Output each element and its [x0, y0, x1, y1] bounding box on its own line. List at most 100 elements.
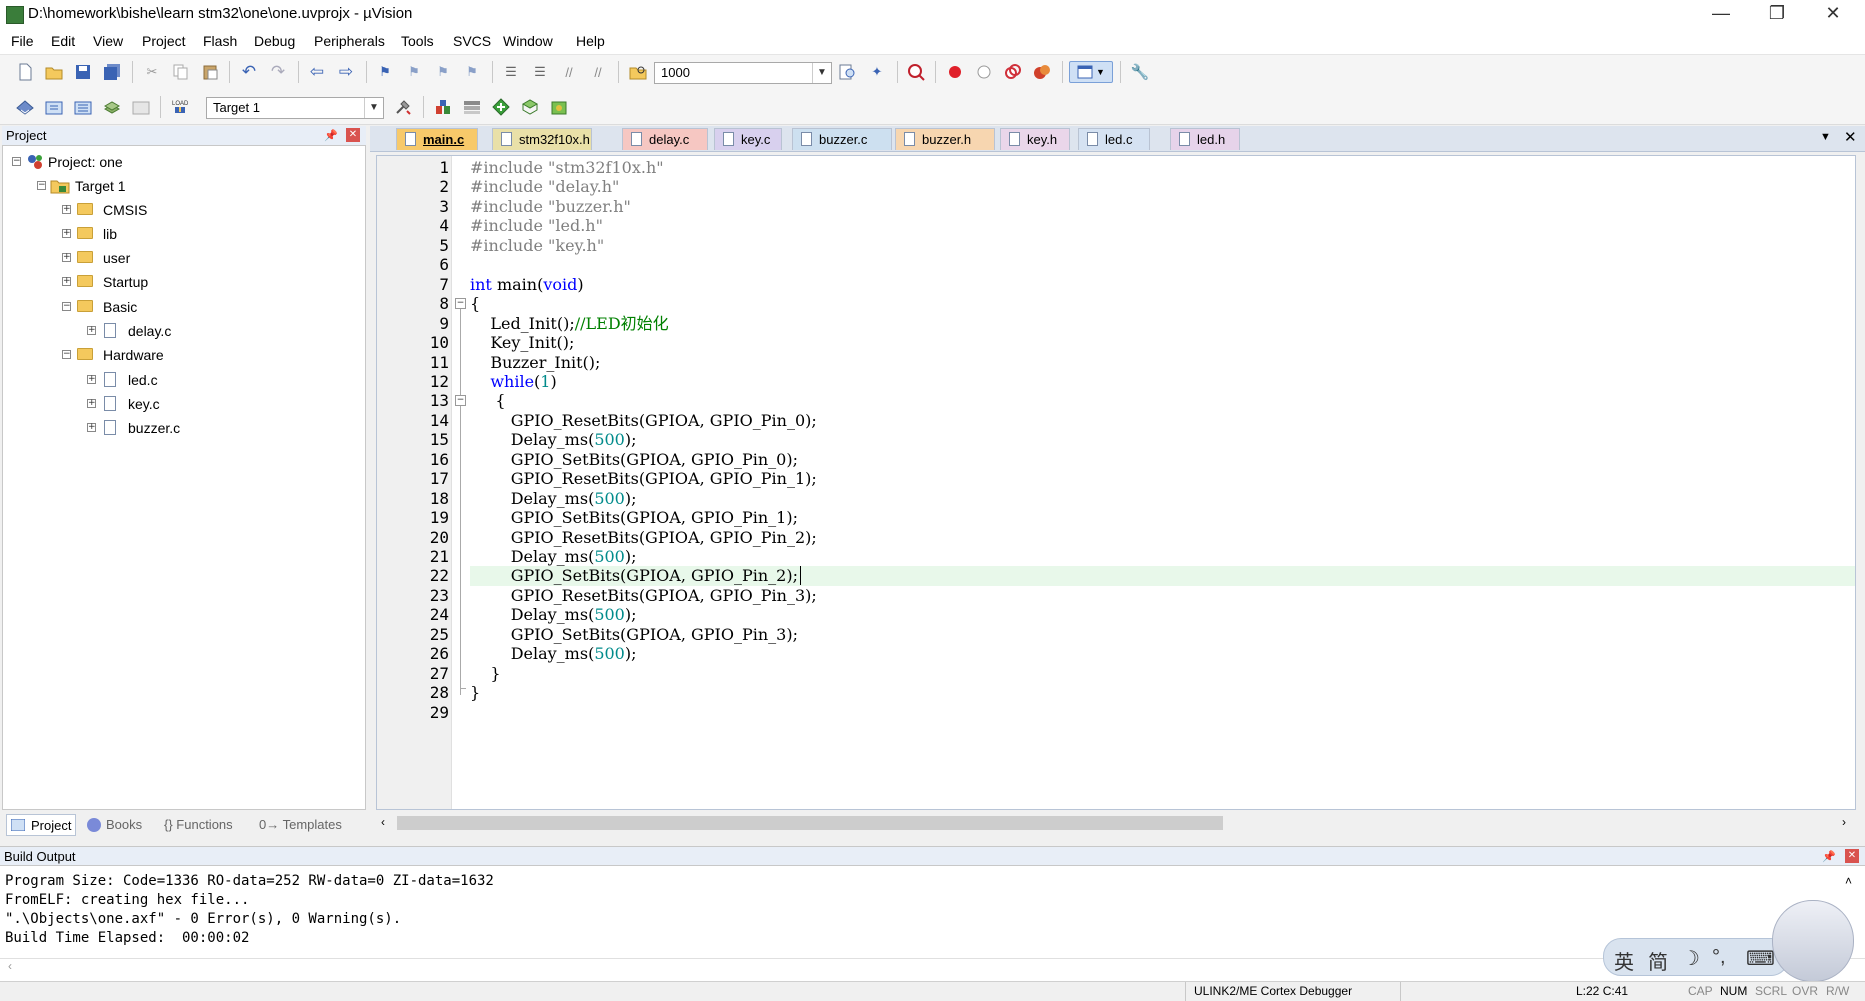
code-line[interactable]: } [470, 683, 480, 703]
target-select[interactable]: Target 1 ▼ [206, 97, 384, 119]
expand-icon[interactable]: + [62, 277, 71, 286]
kill-breakpoints-icon[interactable] [1032, 62, 1052, 82]
code-line[interactable]: Key_Init(); [470, 333, 574, 353]
tab-buzzer-h[interactable]: buzzer.h [895, 128, 995, 150]
expand-icon[interactable]: + [62, 253, 71, 262]
code-line[interactable]: Delay_ms(500); [470, 489, 637, 509]
tree-item-user[interactable]: + user [8, 247, 358, 269]
code-line[interactable]: GPIO_ResetBits(GPIOA, GPIO_Pin_0); [470, 411, 817, 431]
restore-button[interactable]: ❐ [1749, 0, 1805, 28]
close-pane-icon[interactable]: ✕ [1845, 849, 1859, 863]
previous-bookmark-icon[interactable]: ⚑ [404, 62, 424, 82]
redo-icon[interactable]: ↷ [268, 62, 288, 82]
menu-edit[interactable]: Edit [51, 33, 75, 49]
code-line[interactable]: { [470, 294, 480, 314]
tab-buzzer-c[interactable]: buzzer.c [792, 128, 892, 150]
code-line[interactable]: Delay_ms(500); [470, 605, 637, 625]
translate-icon[interactable] [15, 97, 35, 117]
cut-icon[interactable]: ✂ [142, 62, 162, 82]
tree-item-delay-c[interactable]: + delay.c [8, 320, 358, 342]
menu-debug[interactable]: Debug [254, 33, 295, 49]
menu-project[interactable]: Project [142, 33, 186, 49]
menu-peripherals[interactable]: Peripherals [314, 33, 385, 49]
code-line[interactable]: while(1) [470, 372, 556, 392]
code-line[interactable]: GPIO_SetBits(GPIOA, GPIO_Pin_3); [470, 625, 798, 645]
expand-icon[interactable]: + [62, 205, 71, 214]
code-line[interactable]: Buzzer_Init(); [470, 353, 600, 373]
navigate-forward-icon[interactable]: ⇨ [336, 62, 356, 82]
tab-key-h[interactable]: key.h [1000, 128, 1070, 150]
comment-icon[interactable]: // [559, 62, 579, 82]
expand-icon[interactable]: + [62, 229, 71, 238]
tab-key-c[interactable]: key.c [714, 128, 782, 150]
collapse-icon[interactable]: − [37, 181, 46, 190]
code-line[interactable]: Delay_ms(500); [470, 430, 637, 450]
code-line[interactable]: GPIO_ResetBits(GPIOA, GPIO_Pin_1); [470, 469, 817, 489]
menu-window[interactable]: Window [503, 33, 553, 49]
stop-build-icon[interactable] [131, 97, 151, 117]
window-layout-icon[interactable]: ▼ [1069, 61, 1113, 83]
enable-breakpoint-icon[interactable] [974, 62, 994, 82]
chevron-down-icon[interactable]: ▼ [364, 98, 383, 118]
ime-punctuation-key[interactable]: °, [1712, 946, 1726, 969]
copy-icon[interactable] [171, 62, 191, 82]
undo-icon[interactable]: ↶ [239, 62, 259, 82]
ime-avatar[interactable] [1772, 900, 1854, 982]
code-line[interactable]: GPIO_SetBits(GPIOA, GPIO_Pin_1); [470, 508, 798, 528]
tab-project[interactable]: Project [6, 814, 76, 836]
pin-icon[interactable]: 📌 [1822, 850, 1836, 864]
incremental-find-icon[interactable]: ✦ [867, 62, 887, 82]
ime-english-key[interactable]: 英 [1614, 946, 1634, 975]
save-all-icon[interactable] [102, 62, 122, 82]
menu-svcs[interactable]: SVCS [453, 33, 491, 49]
clear-bookmarks-icon[interactable]: ⚑ [462, 62, 482, 82]
batch-build-icon[interactable] [102, 97, 122, 117]
scroll-left-icon[interactable]: ‹ [8, 959, 12, 973]
download-load-icon[interactable]: LOAD [170, 97, 190, 117]
manage-run-time-environment-icon[interactable] [520, 97, 540, 117]
code-line[interactable]: #include "key.h" [470, 236, 604, 256]
debug-session-icon[interactable] [906, 62, 926, 82]
insert-breakpoint-icon[interactable] [945, 62, 965, 82]
scroll-right-icon[interactable]: › [1842, 815, 1846, 829]
find-in-files-icon[interactable] [628, 62, 648, 82]
code-line[interactable]: #include "stm32f10x.h" [470, 158, 664, 178]
expand-icon[interactable]: + [87, 399, 96, 408]
tab-main-c[interactable]: main.c [396, 128, 478, 150]
tab-delay-c[interactable]: delay.c [622, 128, 708, 150]
pack-installer-icon[interactable] [491, 97, 511, 117]
menu-file[interactable]: File [11, 33, 34, 49]
find-combo[interactable]: 1000 ▼ [654, 62, 832, 84]
expand-icon[interactable]: + [87, 326, 96, 335]
scroll-left-icon[interactable]: ‹ [381, 815, 385, 829]
code-line[interactable]: Led_Init();//LED初始化 [470, 314, 668, 334]
tree-item-startup[interactable]: + Startup [8, 271, 358, 293]
fold-while-icon[interactable]: − [455, 395, 466, 406]
close-window-button[interactable]: ✕ [1805, 0, 1861, 28]
menu-help[interactable]: Help [576, 33, 605, 49]
chevron-down-icon[interactable]: ▼ [812, 63, 831, 83]
menu-tools[interactable]: Tools [401, 33, 434, 49]
tree-item-hardware[interactable]: − Hardware [8, 344, 358, 366]
new-file-icon[interactable] [15, 62, 35, 82]
insert-bookmark-icon[interactable]: ⚑ [375, 62, 395, 82]
navigate-back-icon[interactable]: ⇦ [307, 62, 327, 82]
component-icon[interactable] [549, 97, 569, 117]
indent-icon[interactable]: ☰ [501, 62, 521, 82]
scroll-up-icon[interactable]: ˄ [1845, 874, 1852, 888]
ime-toolbar[interactable]: 英 简 ☽ °, ⌨ [1603, 938, 1789, 976]
tree-item-buzzer-c[interactable]: + buzzer.c [8, 417, 358, 439]
tree-item-key-c[interactable]: + key.c [8, 393, 358, 415]
manage-project-items-icon[interactable] [433, 97, 453, 117]
expand-icon[interactable]: + [87, 375, 96, 384]
code-line[interactable]: GPIO_ResetBits(GPIOA, GPIO_Pin_3); [470, 586, 817, 606]
unindent-icon[interactable]: ☰ [530, 62, 550, 82]
close-tab-icon[interactable]: ✕ [1844, 128, 1857, 146]
pin-icon[interactable]: 📌 [324, 129, 338, 143]
find-icon[interactable] [838, 62, 858, 82]
editor-horizontal-scrollbar[interactable]: ‹ › [377, 814, 1855, 832]
code-line[interactable]: #include "delay.h" [470, 177, 619, 197]
tree-item-led-c[interactable]: + led.c [8, 369, 358, 391]
collapse-icon[interactable]: − [62, 350, 71, 359]
paste-icon[interactable] [200, 62, 220, 82]
